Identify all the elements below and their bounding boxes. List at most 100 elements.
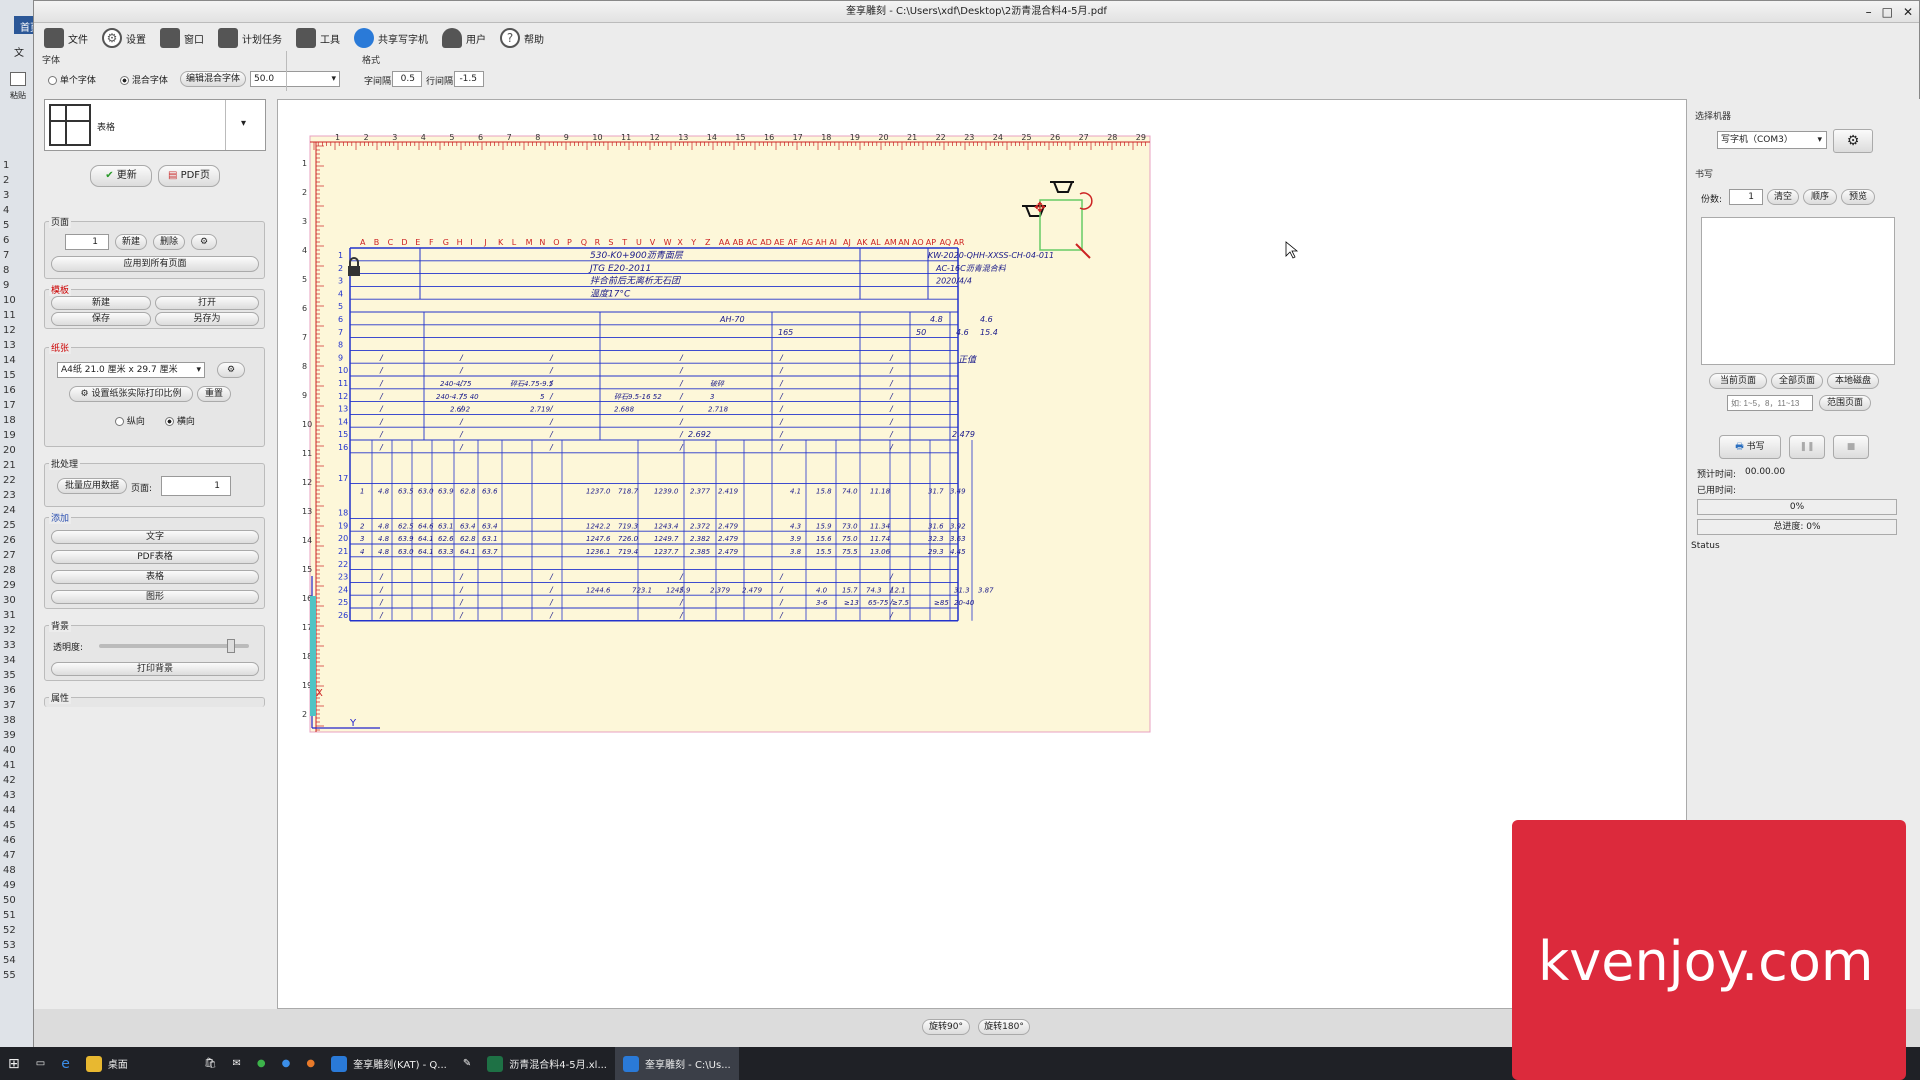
batch-page-input[interactable]: 1	[161, 476, 231, 496]
row-number[interactable]: 25	[3, 520, 25, 531]
row-number[interactable]: 23	[3, 490, 25, 501]
doc-type-select[interactable]: 表格 ▾	[44, 99, 266, 151]
delete-page-button[interactable]: 删除	[153, 234, 185, 250]
close-icon[interactable]: ✕	[1903, 1, 1913, 23]
pdf-page-button[interactable]: ▤ PDF页	[158, 165, 220, 187]
template-open-button[interactable]: 打开	[155, 296, 259, 310]
write-button[interactable]: 🖶 书写	[1719, 435, 1781, 459]
row-number[interactable]: 46	[3, 835, 25, 846]
local-disk-button[interactable]: 本地磁盘	[1827, 373, 1879, 389]
menu-settings[interactable]: ⚙ 设置	[102, 28, 146, 48]
row-number[interactable]: 21	[3, 460, 25, 471]
menu-user[interactable]: 用户	[442, 28, 486, 48]
opacity-slider[interactable]	[99, 639, 249, 653]
input-method-button[interactable]: ✎	[455, 1047, 479, 1080]
range-page-button[interactable]: 范围页面	[1819, 395, 1871, 411]
row-number[interactable]: 18	[3, 415, 25, 426]
row-number[interactable]: 14	[3, 355, 25, 366]
row-number[interactable]: 50	[3, 895, 25, 906]
portrait-radio[interactable]: 纵向	[115, 414, 145, 427]
row-number[interactable]: 37	[3, 700, 25, 711]
row-number[interactable]: 45	[3, 820, 25, 831]
row-number[interactable]: 19	[3, 430, 25, 441]
row-number[interactable]: 40	[3, 745, 25, 756]
row-number[interactable]: 33	[3, 640, 25, 651]
copies-input[interactable]: 1	[1729, 189, 1763, 205]
edit-mixed-font-button[interactable]: 编辑混合字体	[180, 71, 246, 87]
row-number[interactable]: 11	[3, 310, 25, 321]
row-number[interactable]: 13	[3, 340, 25, 351]
new-page-button[interactable]: 新建	[115, 234, 147, 250]
row-number[interactable]: 28	[3, 565, 25, 576]
row-number[interactable]: 12	[3, 325, 25, 336]
row-number[interactable]: 47	[3, 850, 25, 861]
template-new-button[interactable]: 新建	[51, 296, 151, 310]
row-number[interactable]: 35	[3, 670, 25, 681]
row-number[interactable]: 17	[3, 400, 25, 411]
clear-button[interactable]: 清空	[1767, 189, 1799, 205]
start-button[interactable]: ⊞	[0, 1047, 28, 1080]
row-number[interactable]: 3	[3, 190, 25, 201]
menu-file[interactable]: 文件	[44, 28, 88, 48]
paste-icon[interactable]	[10, 72, 26, 86]
row-number[interactable]: 32	[3, 625, 25, 636]
wechat-button[interactable]: ●	[249, 1047, 274, 1080]
char-spacing-input[interactable]: 0.5	[392, 71, 422, 87]
add-table-button[interactable]: 表格	[51, 570, 259, 584]
rotate-180-button[interactable]: 旋转180°	[978, 1019, 1030, 1035]
pause-button[interactable]: ❚❚	[1789, 435, 1825, 459]
side-item-text[interactable]: 文	[14, 44, 24, 59]
mixed-font-radio[interactable]: 混合字体	[120, 73, 168, 86]
reset-button[interactable]: 重置	[197, 386, 231, 402]
machine-select[interactable]: 写字机（COM3） ▾	[1717, 131, 1827, 149]
apply-all-pages-button[interactable]: 应用到所有页面	[51, 256, 259, 272]
mail-button[interactable]: ✉	[225, 1047, 249, 1080]
font-size-select[interactable]: 50.0 ▾	[250, 71, 340, 87]
row-number[interactable]: 4	[3, 205, 25, 216]
row-number[interactable]: 38	[3, 715, 25, 726]
row-number[interactable]: 34	[3, 655, 25, 666]
menu-share[interactable]: 共享写字机	[354, 28, 428, 48]
order-button[interactable]: 顺序	[1803, 189, 1837, 205]
update-button[interactable]: ✔ 更新	[90, 165, 152, 187]
print-background-button[interactable]: 打印背景	[51, 662, 259, 676]
row-number[interactable]: 8	[3, 265, 25, 276]
row-number[interactable]: 53	[3, 940, 25, 951]
minimize-icon[interactable]: –	[1866, 1, 1872, 23]
taskbar-item-3[interactable]: 奎享雕刻 - C:\Us...	[614, 1047, 739, 1080]
document-canvas[interactable]: 1 2 3 4 5 6 7 8 9 10 11 12 13 14 15 16 17 18 19 20 21 22 23 24 2…	[277, 99, 1687, 1009]
row-number[interactable]: 30	[3, 595, 25, 606]
opacity-slider-thumb[interactable]	[226, 639, 235, 653]
row-number[interactable]: 1	[3, 160, 25, 171]
row-number[interactable]: 2	[3, 175, 25, 186]
paper-size-select[interactable]: A4纸 21.0 厘米 x 29.7 厘米 ▾	[57, 362, 205, 378]
row-number[interactable]: 52	[3, 925, 25, 936]
row-number[interactable]: 43	[3, 790, 25, 801]
menu-help[interactable]: ? 帮助	[500, 28, 544, 48]
row-number[interactable]: 54	[3, 955, 25, 966]
template-save-button[interactable]: 保存	[51, 312, 151, 326]
landscape-radio[interactable]: 横向	[165, 414, 195, 427]
row-number[interactable]: 29	[3, 580, 25, 591]
menu-tools[interactable]: 工具	[296, 28, 340, 48]
page-number-input[interactable]: 1	[65, 234, 109, 250]
rotate-90-button[interactable]: 旋转90°	[922, 1019, 970, 1035]
row-number[interactable]: 24	[3, 505, 25, 516]
maximize-icon[interactable]: □	[1882, 1, 1893, 23]
row-number[interactable]: 55	[3, 970, 25, 981]
all-pages-button[interactable]: 全部页面	[1771, 373, 1823, 389]
row-number[interactable]: 42	[3, 775, 25, 786]
edge-button[interactable]: e	[53, 1047, 78, 1080]
row-number[interactable]: 20	[3, 445, 25, 456]
row-number[interactable]: 16	[3, 385, 25, 396]
menu-task[interactable]: 计划任务	[218, 28, 282, 48]
row-number[interactable]: 49	[3, 880, 25, 891]
row-number[interactable]: 7	[3, 250, 25, 261]
single-font-radio[interactable]: 单个字体	[48, 73, 96, 86]
add-shape-button[interactable]: 图形	[51, 590, 259, 604]
page-settings-button[interactable]: ⚙	[191, 234, 217, 250]
row-number[interactable]: 44	[3, 805, 25, 816]
batch-apply-button[interactable]: 批量应用数据	[57, 478, 127, 494]
menu-window[interactable]: 窗口	[160, 28, 204, 48]
row-number[interactable]: 9	[3, 280, 25, 291]
